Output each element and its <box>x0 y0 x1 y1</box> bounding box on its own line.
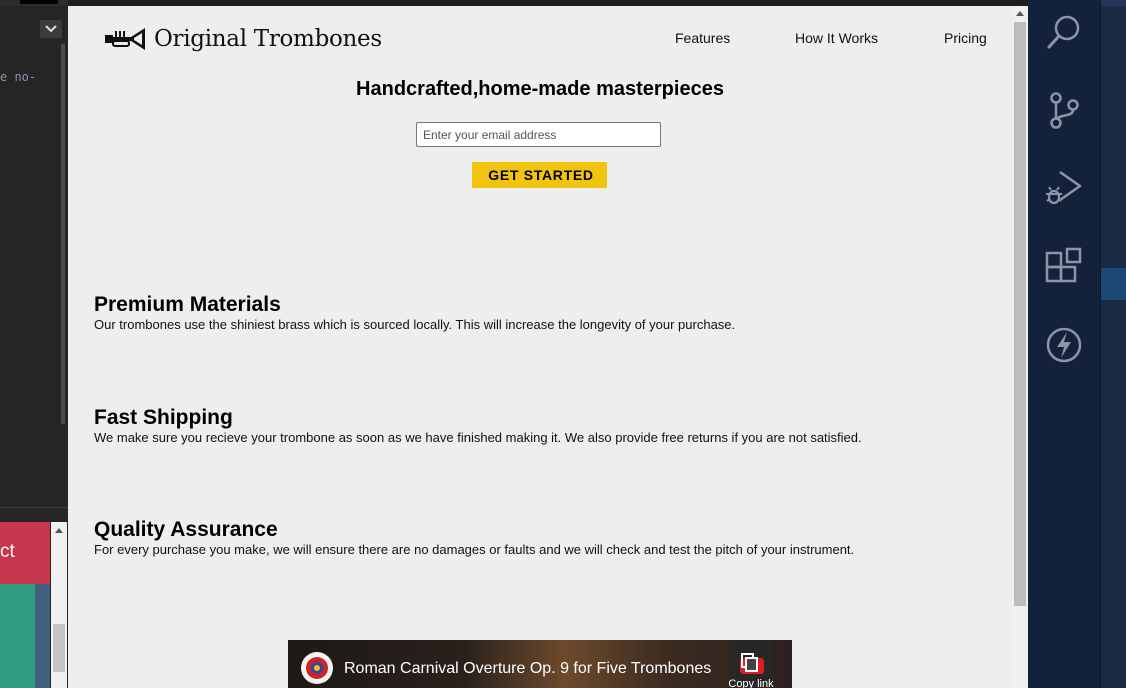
panel-action-label: ct <box>0 541 15 562</box>
copy-link-label: Copy link <box>728 678 774 688</box>
web-page: Original Trombones Features How It Works… <box>68 6 1012 688</box>
feature-title: Fast Shipping <box>94 406 233 429</box>
hero-title: Handcrafted,home-made masterpieces <box>356 78 724 100</box>
get-started-button[interactable]: GET STARTED <box>472 162 607 188</box>
editor-tab-bar <box>0 0 68 6</box>
panel-scrollbar[interactable] <box>51 522 67 688</box>
video-title[interactable]: Roman Carnival Overture Op. 9 for Five T… <box>344 660 711 678</box>
run-debug-icon[interactable] <box>1044 166 1084 206</box>
feature-text: We make sure you recieve your trombone a… <box>94 430 862 445</box>
scroll-up-arrow-icon[interactable] <box>1016 11 1024 16</box>
extensions-icon[interactable] <box>1044 246 1084 286</box>
feature-text: Our trombones use the shiniest brass whi… <box>94 317 736 332</box>
panel-action-button[interactable]: ct <box>0 522 50 584</box>
side-panel-selection[interactable] <box>1101 268 1126 300</box>
activity-bar <box>1028 0 1100 688</box>
feature-text: For every purchase you make, we will ens… <box>94 542 855 557</box>
browser-preview: Original Trombones Features How It Works… <box>68 0 1028 688</box>
source-control-icon[interactable] <box>1044 90 1084 130</box>
editor-scrollbar[interactable] <box>61 44 65 424</box>
search-icon[interactable] <box>1044 12 1084 52</box>
editor-code-fragment: e no- <box>0 70 37 84</box>
feature-premium-materials: Premium Materials Our trombones use the … <box>94 293 994 333</box>
feature-title: Premium Materials <box>94 293 281 316</box>
site-logo-text: Original Trombones <box>154 26 382 52</box>
scroll-up-arrow-icon[interactable] <box>55 528 63 533</box>
editor-dropdown[interactable] <box>40 20 62 38</box>
panel-preview-strip <box>35 584 50 688</box>
side-panel-edge <box>1100 0 1126 688</box>
nav-link-how-it-works[interactable]: How It Works <box>795 30 878 46</box>
copy-link-button[interactable]: Copy link <box>728 640 774 688</box>
email-input[interactable] <box>416 122 661 147</box>
chevron-down-icon <box>45 25 57 33</box>
nav-link-pricing[interactable]: Pricing <box>944 30 987 46</box>
site-logo[interactable]: Original Trombones <box>105 24 382 54</box>
scrollbar-thumb[interactable] <box>1014 22 1026 606</box>
feature-title: Quality Assurance <box>94 518 278 541</box>
feature-quality-assurance: Quality Assurance For every purchase you… <box>94 518 994 558</box>
nav-link-features[interactable]: Features <box>675 30 730 46</box>
copy-icon <box>741 653 758 672</box>
feature-fast-shipping: Fast Shipping We make sure you recieve y… <box>94 406 994 446</box>
scrollbar-thumb[interactable] <box>53 624 65 672</box>
editor-panel: e no- ct <box>0 0 68 688</box>
lightning-icon[interactable] <box>1044 324 1084 364</box>
panel-divider <box>0 507 68 508</box>
trumpet-logo-icon <box>105 28 145 50</box>
channel-avatar[interactable] <box>301 652 333 684</box>
video-embed[interactable]: Roman Carnival Overture Op. 9 for Five T… <box>288 640 792 688</box>
preview-scrollbar[interactable] <box>1012 6 1028 688</box>
panel-preview-block <box>0 584 35 688</box>
